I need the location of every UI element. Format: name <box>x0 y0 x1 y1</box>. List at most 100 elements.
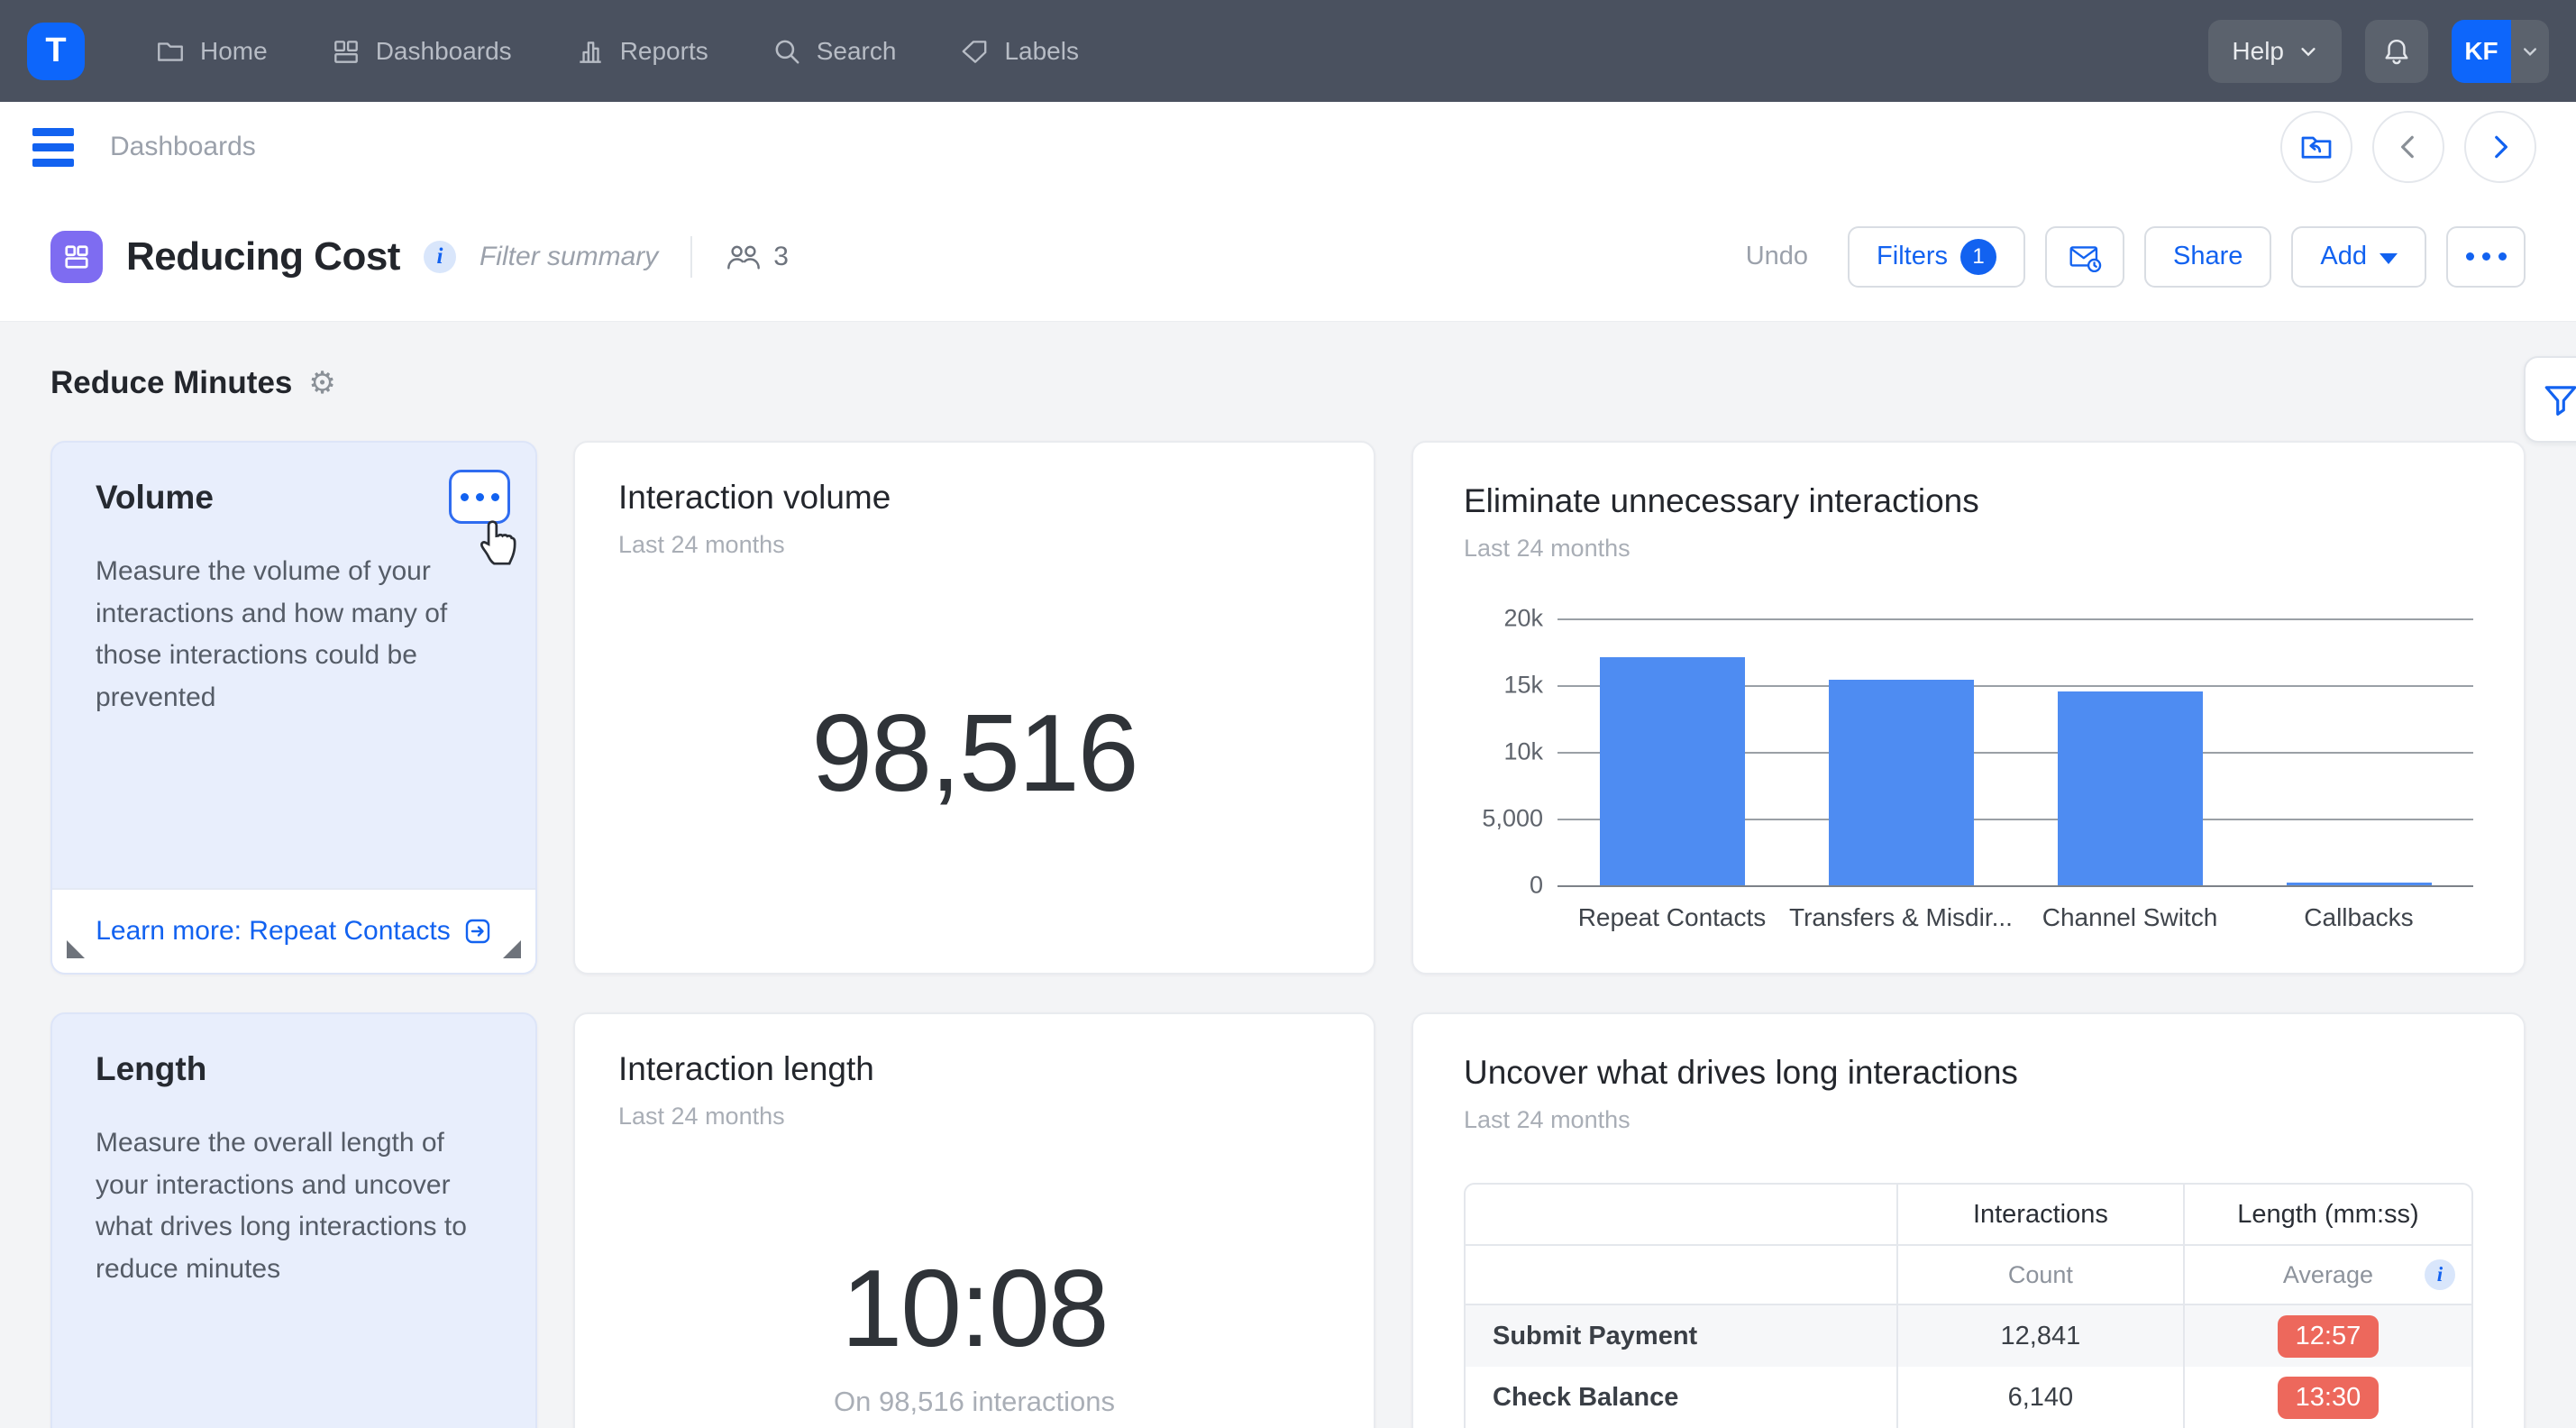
card-title: Uncover what drives long interactions <box>1464 1054 2473 1092</box>
y-tick: 20k <box>1503 605 1543 633</box>
filters-label: Filters <box>1877 242 1948 271</box>
card-title: Volume <box>96 479 492 517</box>
schedule-email-button[interactable] <box>2045 226 2124 288</box>
dashboard-icon <box>50 231 103 283</box>
share-label: Share <box>2173 242 2243 271</box>
nav-item-search[interactable]: Search <box>772 36 897 67</box>
nav-item-label: Search <box>817 37 897 66</box>
back-button[interactable] <box>2372 111 2444 183</box>
x-label: Repeat Contacts <box>1557 903 1786 932</box>
bar-transfers[interactable] <box>1829 680 1974 885</box>
add-label: Add <box>2320 242 2367 271</box>
menu-toggle-icon[interactable] <box>32 128 74 167</box>
table-header-row: Interactions Length (mm:ss) <box>1466 1185 2471 1246</box>
gear-icon[interactable]: ⚙ <box>308 365 335 401</box>
caret-down-icon <box>2380 253 2398 264</box>
row-count: 6,140 <box>1898 1367 2185 1428</box>
filters-button[interactable]: Filters 1 <box>1848 226 2025 288</box>
notifications-button[interactable] <box>2365 20 2428 83</box>
y-tick: 0 <box>1530 872 1543 900</box>
chevron-left-icon <box>2393 132 2424 162</box>
card-title: Length <box>96 1050 492 1088</box>
breadcrumb-bar: Dashboards <box>0 102 2576 192</box>
card-title: Interaction volume <box>618 479 1330 517</box>
chevron-right-icon <box>2485 132 2516 162</box>
funnel-icon <box>2542 380 2576 418</box>
user-menu[interactable]: KF <box>2452 20 2549 83</box>
info-icon[interactable]: i <box>424 241 456 273</box>
resize-handle[interactable] <box>503 940 521 958</box>
y-tick: 10k <box>1503 738 1543 766</box>
nav-item-home[interactable]: Home <box>155 36 268 67</box>
filter-summary-link[interactable]: Filter summary <box>480 242 658 272</box>
nav-item-labels[interactable]: Labels <box>959 36 1079 67</box>
x-label: Channel Switch <box>2015 903 2244 932</box>
nav-item-label: Reports <box>620 37 708 66</box>
metric-footnote: On 98,516 interactions <box>575 1386 1374 1418</box>
users-icon <box>725 239 763 275</box>
y-tick: 15k <box>1503 672 1543 700</box>
learn-more-link[interactable]: Learn more: Repeat Contacts <box>96 916 451 947</box>
bar-repeat-contacts[interactable] <box>1600 657 1745 885</box>
interaction-volume-card: Interaction volume Last 24 months 98,516 <box>573 441 1375 975</box>
bell-icon <box>2380 35 2413 68</box>
dashboard-page: { "nav": { "logo": "T", "items": [ { "la… <box>0 0 2576 1428</box>
bars <box>1557 618 2473 885</box>
section-header: Reduce Minutes ⚙ <box>50 365 2526 401</box>
column-header[interactable]: Interactions <box>1898 1185 2185 1244</box>
bar-callbacks[interactable] <box>2287 883 2432 885</box>
nav-item-dashboards[interactable]: Dashboards <box>331 36 512 67</box>
help-button[interactable]: Help <box>2208 20 2342 83</box>
top-nav: T Home Dashboards Reports Search <box>0 0 2576 102</box>
shared-users[interactable]: 3 <box>725 239 789 275</box>
table-row[interactable]: Submit Payment 12,841 12:57 <box>1466 1305 2471 1367</box>
nav-item-label: Labels <box>1004 37 1079 66</box>
card-subtitle: Last 24 months <box>1464 1106 2473 1134</box>
move-to-folder-button[interactable] <box>2280 111 2352 183</box>
row-name: Submit Payment <box>1466 1305 1898 1367</box>
app-logo[interactable]: T <box>27 23 85 80</box>
subcolumn-header[interactable]: Count <box>1898 1246 2185 1304</box>
forward-button[interactable] <box>2464 111 2536 183</box>
volume-note-card: Volume Measure the volume of your intera… <box>50 441 537 975</box>
more-options-button[interactable] <box>2446 226 2526 288</box>
avatar: KF <box>2452 20 2511 83</box>
subcolumn-header[interactable]: Average i <box>2185 1246 2471 1304</box>
card-title: Eliminate unnecessary interactions <box>1464 482 2473 520</box>
card-description: Measure the overall length of your inter… <box>96 1122 492 1290</box>
card-title: Interaction length <box>618 1050 1330 1088</box>
page-title: Reducing Cost <box>126 234 400 279</box>
card-subtitle: Last 24 months <box>1464 535 2473 563</box>
ellipsis-icon <box>2466 252 2507 261</box>
row-name: Check Balance <box>1466 1367 1898 1428</box>
nav-items: Home Dashboards Reports Search Labels <box>155 36 1079 67</box>
chart-plot-area <box>1557 618 2473 885</box>
edge-filter-button[interactable] <box>2524 356 2576 443</box>
chart-x-axis: Repeat Contacts Transfers & Misdir... Ch… <box>1557 885 2473 932</box>
subcolumn-label: Average <box>2283 1261 2373 1289</box>
resize-handle[interactable] <box>67 940 85 958</box>
card-description: Measure the volume of your interactions … <box>96 551 492 719</box>
chevron-down-icon <box>2298 41 2318 61</box>
eliminate-interactions-card: Eliminate unnecessary interactions Last … <box>1411 441 2526 975</box>
mouse-cursor-icon <box>474 513 530 569</box>
page-header: Reducing Cost i Filter summary 3 Undo Fi… <box>0 192 2576 322</box>
add-button[interactable]: Add <box>2291 226 2426 288</box>
search-icon <box>772 36 802 67</box>
bar-channel-switch[interactable] <box>2058 691 2203 885</box>
section-title: Reduce Minutes <box>50 365 292 401</box>
share-button[interactable]: Share <box>2144 226 2271 288</box>
folder-back-icon <box>2298 129 2334 165</box>
table-row[interactable]: Check Balance 6,140 13:30 <box>1466 1367 2471 1428</box>
info-icon[interactable]: i <box>2425 1259 2455 1290</box>
nav-item-label: Home <box>200 37 268 66</box>
undo-button[interactable]: Undo <box>1746 242 1808 271</box>
nav-item-reports[interactable]: Reports <box>575 36 708 67</box>
top-nav-right: Help KF <box>2208 20 2549 83</box>
metric-value: 10:08 <box>841 1245 1107 1371</box>
cards-grid: Volume Measure the volume of your intera… <box>50 441 2526 1428</box>
breadcrumb[interactable]: Dashboards <box>110 132 256 162</box>
filters-count-badge: 1 <box>1960 239 1996 275</box>
page-header-left: Reducing Cost i Filter summary 3 <box>50 231 789 283</box>
column-header[interactable]: Length (mm:ss) <box>2185 1185 2471 1244</box>
